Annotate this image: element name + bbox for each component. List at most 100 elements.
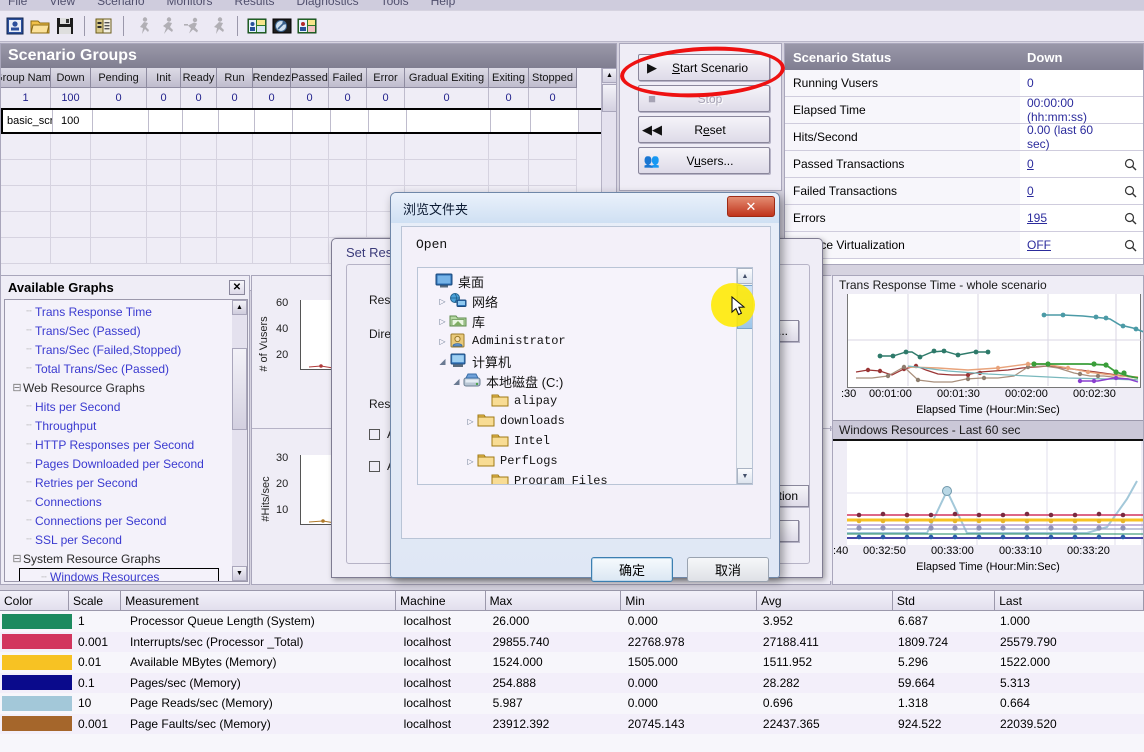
table-row[interactable]: 10 Page Reads/sec (Memory) localhost 5.987 0… xyxy=(0,693,1144,714)
menu-item-tools[interactable]: Tools xyxy=(381,0,409,8)
table-row-empty[interactable] xyxy=(1,160,616,186)
table-cell[interactable] xyxy=(491,110,531,132)
folder-tree-node[interactable]: ▷ 网络 xyxy=(418,291,752,311)
new-scenario-icon[interactable] xyxy=(4,15,26,37)
legend-column-header-max[interactable]: Max xyxy=(486,591,622,610)
table-cell[interactable] xyxy=(369,110,407,132)
legend-column-header-measurement[interactable]: Measurement xyxy=(121,591,397,610)
legend-column-header-machine[interactable]: Machine xyxy=(396,591,486,610)
legend-column-header-std[interactable]: Std xyxy=(893,591,996,610)
collapse-toggle-icon[interactable]: ⊟ xyxy=(11,552,23,565)
ok-button[interactable]: 确定 xyxy=(591,557,673,582)
table-row[interactable]: 0.1 Pages/sec (Memory) localhost 254.888 0.0… xyxy=(0,672,1144,693)
available-graph-item-retries-per-second[interactable]: ┄ Retries per Second xyxy=(5,473,247,492)
available-graph-item-windows-resources[interactable]: ┄ Windows Resources xyxy=(19,568,219,581)
table-cell[interactable] xyxy=(407,110,491,132)
available-graph-item-system-resource-graphs[interactable]: ⊟ System Resource Graphs xyxy=(5,549,247,568)
folder-tree[interactable]: 桌面 ▷ 网络 ▷ 库 ▷ Administrator ◢ 计算机 ◢ 本地磁盘 (C:) alipa… xyxy=(417,267,753,485)
cancel-button[interactable]: 取消 xyxy=(687,557,769,582)
column-header-gradual-exiting[interactable]: Gradual Exiting xyxy=(405,68,489,88)
menu-bar[interactable]: File View Scenario Monitors Results Diag… xyxy=(0,0,1144,10)
column-header-ready[interactable]: Ready xyxy=(181,68,217,88)
scroll-down-arrow-icon[interactable]: ▼ xyxy=(737,468,752,484)
available-graph-item-pages-downloaded-per-second[interactable]: ┄ Pages Downloaded per Second xyxy=(5,454,247,473)
legend-color-cell[interactable] xyxy=(0,654,74,671)
column-header-stopped[interactable]: Stopped xyxy=(529,68,577,88)
browse-for-folder-dialog[interactable]: 浏览文件夹 ✕ Open 桌面 ▷ 网络 ▷ 库 ▷ Administrator ◢ 计算机 ◢ 本… xyxy=(390,192,780,582)
table-row[interactable]: 1 Processor Queue Length (System) localhos… xyxy=(0,611,1144,632)
folder-tree-node[interactable]: ▷ downloads xyxy=(418,411,752,431)
legend-color-cell[interactable] xyxy=(0,633,74,650)
available-graph-item-connections-per-second[interactable]: ┄ Connections per Second xyxy=(5,511,247,530)
collapse-toggle-icon[interactable]: ⊟ xyxy=(11,381,23,394)
menu-item-monitors[interactable]: Monitors xyxy=(167,0,213,8)
diagnostics-icon[interactable] xyxy=(271,15,293,37)
available-graph-item-connections[interactable]: ┄ Connections xyxy=(5,492,247,511)
folder-tree-node[interactable]: ▷ 库 xyxy=(418,311,752,331)
start-scenario-button[interactable]: ▶ Start Scenario xyxy=(638,54,770,81)
scroll-up-arrow-icon[interactable]: ▲ xyxy=(602,68,617,83)
table-cell[interactable] xyxy=(293,110,331,132)
table-row[interactable]: 0.001 Interrupts/sec (Processor _Total) lo… xyxy=(0,631,1144,652)
legend-rows[interactable]: 1 Processor Queue Length (System) localhos… xyxy=(0,611,1144,734)
table-cell[interactable]: 100 xyxy=(53,110,93,132)
folder-tree-node[interactable]: ▷ Administrator xyxy=(418,331,752,351)
folder-tree-node[interactable]: alipay xyxy=(418,391,752,411)
scroll-up-arrow-icon[interactable]: ▲ xyxy=(232,300,247,315)
table-cell[interactable] xyxy=(219,110,255,132)
column-header-rendez[interactable]: Rendez xyxy=(253,68,291,88)
collapsed-arrow-icon[interactable]: ▷ xyxy=(436,297,449,306)
status-value[interactable]: 195 xyxy=(1020,205,1117,231)
available-graph-item-http-responses-per-second[interactable]: ┄ HTTP Responses per Second xyxy=(5,435,247,454)
column-header-error[interactable]: Error xyxy=(367,68,405,88)
scroll-down-arrow-icon[interactable]: ▼ xyxy=(232,566,247,581)
close-icon[interactable]: ✕ xyxy=(727,196,775,217)
menu-item-diagnostics[interactable]: Diagnostics xyxy=(297,0,359,8)
column-header-init[interactable]: Init xyxy=(147,68,181,88)
folder-tree-node[interactable]: 桌面 xyxy=(418,271,752,291)
run-summary-icon[interactable] xyxy=(93,15,115,37)
available-graphs-tree[interactable]: ┄ Trans Response Time ┄ Trans/Sec (Passed) ┄… xyxy=(4,299,248,582)
column-header-exiting[interactable]: Exiting xyxy=(489,68,529,88)
legend-column-header-min[interactable]: Min xyxy=(621,591,758,610)
column-header-run[interactable]: Run xyxy=(217,68,253,88)
available-graph-item-trans-sec-passed-[interactable]: ┄ Trans/Sec (Passed) xyxy=(5,321,247,340)
run-view-icon[interactable] xyxy=(296,15,318,37)
column-header-group-name[interactable]: Group Name xyxy=(1,68,51,88)
menu-item-file[interactable]: File xyxy=(8,0,27,8)
table-row[interactable]: 0.001 Page Faults/sec (Memory) localhost 23… xyxy=(0,713,1144,734)
collapsed-arrow-icon[interactable]: ▷ xyxy=(436,317,449,326)
available-graph-item-web-resource-graphs[interactable]: ⊟ Web Resource Graphs xyxy=(5,378,247,397)
auto-create-results-dir-checkbox[interactable] xyxy=(369,429,380,440)
menu-item-results[interactable]: Results xyxy=(235,0,275,8)
column-header-pending[interactable]: Pending xyxy=(91,68,147,88)
folder-tree-node[interactable]: ▷ PerfLogs xyxy=(418,451,752,471)
table-cell[interactable] xyxy=(149,110,183,132)
folder-tree-node[interactable]: Intel xyxy=(418,431,752,451)
legend-color-cell[interactable] xyxy=(0,715,74,732)
expanded-arrow-icon[interactable]: ◢ xyxy=(450,377,463,386)
column-header-passed[interactable]: Passed xyxy=(291,68,329,88)
table-cell[interactable] xyxy=(183,110,219,132)
legend-color-cell[interactable] xyxy=(0,674,74,691)
folder-tree-node[interactable]: Program Files xyxy=(418,471,752,484)
available-graph-item-trans-response-time[interactable]: ┄ Trans Response Time xyxy=(5,302,247,321)
collapsed-arrow-icon[interactable]: ▷ xyxy=(436,337,449,346)
available-graph-item-hits-per-second[interactable]: ┄ Hits per Second xyxy=(5,397,247,416)
collapsed-arrow-icon[interactable]: ▷ xyxy=(464,417,477,426)
expanded-arrow-icon[interactable]: ◢ xyxy=(436,357,449,366)
table-cell[interactable] xyxy=(93,110,149,132)
available-graphs-scrollbar[interactable]: ▲ ▼ xyxy=(232,300,247,581)
browse-dialog-titlebar[interactable]: 浏览文件夹 ✕ xyxy=(391,193,779,223)
trans-response-chart-plot[interactable] xyxy=(847,294,1143,388)
auto-increment-results-checkbox[interactable] xyxy=(369,461,380,472)
folder-tree-node[interactable]: ◢ 本地磁盘 (C:) xyxy=(418,371,752,391)
legend-column-header-color[interactable]: Color xyxy=(0,591,69,610)
folder-tree-node[interactable]: ◢ 计算机 xyxy=(418,351,752,371)
open-scenario-icon[interactable] xyxy=(29,15,51,37)
magnifier-icon[interactable] xyxy=(1117,232,1143,258)
collapsed-arrow-icon[interactable]: ▷ xyxy=(464,457,477,466)
status-value[interactable]: 0 xyxy=(1020,178,1117,204)
reset-button[interactable]: ◀◀ Reset xyxy=(638,116,770,143)
legend-color-cell[interactable] xyxy=(0,695,74,712)
